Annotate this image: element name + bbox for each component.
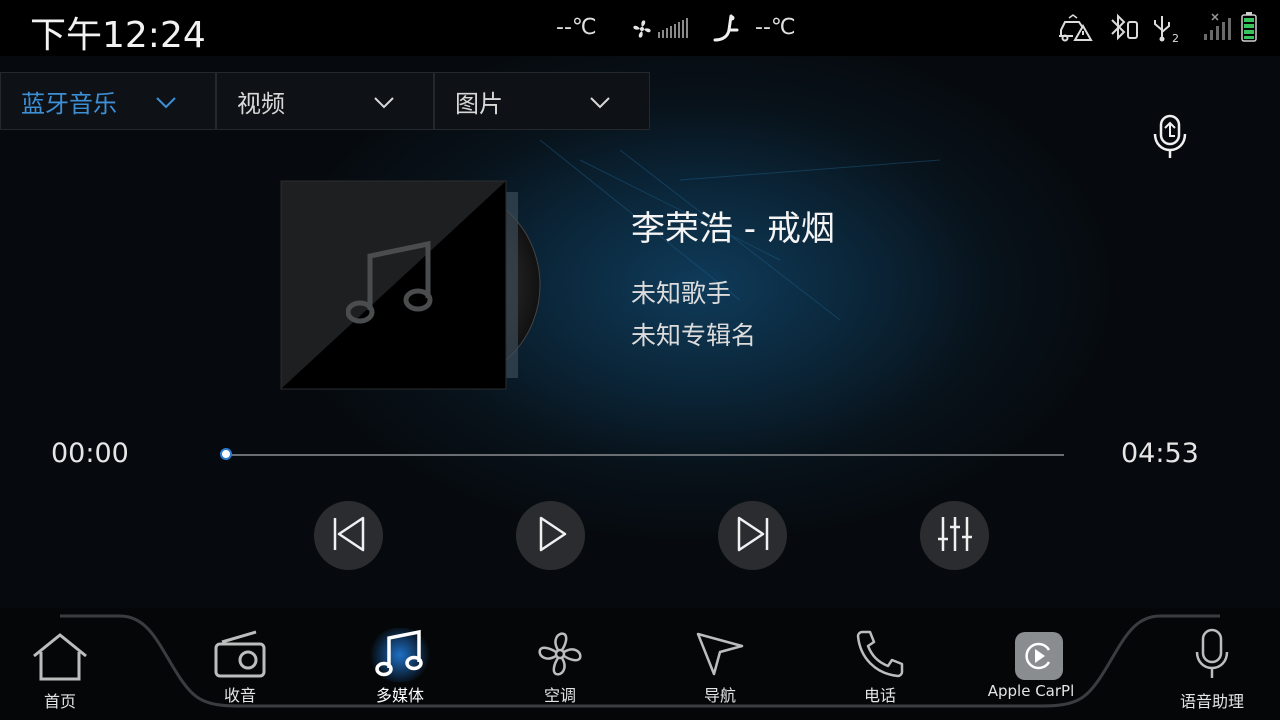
dock-label: 空调 [543,686,576,705]
voice-search-icon[interactable] [1152,114,1188,164]
dock-media[interactable]: 多媒体 [340,626,460,708]
home-icon [31,632,89,686]
fan-icon [536,630,584,682]
dock-label: Apple CarPl [987,682,1075,700]
fan-icon [631,18,653,44]
temp-right: --℃ [755,15,796,40]
dock-label: 电话 [863,686,896,705]
fan-level-icon [658,18,692,44]
chevron-down-icon [589,91,611,119]
equalizer-button[interactable] [920,501,989,570]
dock-phone[interactable]: 电话 [820,628,940,708]
dock-voice-assistant[interactable]: 语音助理 [1152,628,1272,712]
album-name: 未知专辑名 [631,321,757,350]
tab-photos[interactable]: 图片 [434,72,650,130]
skip-next-icon [735,516,771,556]
battery-icon [1240,12,1258,46]
progress-thumb[interactable] [220,448,232,460]
play-button[interactable] [516,501,585,570]
temp-left: --℃ [556,15,597,40]
elapsed-time: 00:00 [51,438,129,469]
tab-label: 蓝牙音乐 [21,89,117,118]
chevron-down-icon [373,91,395,119]
play-icon [533,516,569,556]
tab-label: 视频 [237,89,285,118]
radio-icon [214,630,266,682]
dock-radio[interactable]: 收音 [180,628,300,708]
song-title: 李荣浩 - 戒烟 [631,209,835,249]
previous-button[interactable] [314,501,383,570]
dock-label: 收音 [223,686,256,705]
dock-label: 语音助理 [1179,692,1244,711]
carplay-icon [1015,632,1063,680]
clock: 下午12:24 [30,15,206,56]
tab-video[interactable]: 视频 [216,72,434,130]
album-art [280,180,550,390]
equalizer-icon [936,515,974,557]
microphone-icon [1194,628,1230,686]
tab-label: 图片 [455,89,503,118]
usb-icon: 2 [1150,12,1184,48]
skip-previous-icon [331,516,367,556]
signal-icon [1202,12,1232,46]
dock-label: 首页 [43,692,76,711]
music-note-icon [375,628,425,682]
status-bar: 下午12:24 --℃ --℃ 2 [0,0,1280,56]
total-time: 04:53 [1121,438,1199,469]
dock-label: 多媒体 [375,686,424,705]
dock-home[interactable]: 首页 [0,630,120,711]
dock-navigation[interactable]: 导航 [660,628,780,708]
progress-bar[interactable] [226,454,1064,456]
tab-bluetooth-music[interactable]: 蓝牙音乐 [0,72,216,130]
phone-icon [854,630,906,682]
dock-apple-carplay[interactable]: Apple CarPl [970,630,1092,708]
seat-airflow-icon [711,14,741,48]
next-button[interactable] [718,501,787,570]
artist-name: 未知歌手 [631,279,732,308]
music-note-icon [345,238,438,334]
dock-climate[interactable]: 空调 [500,628,620,708]
bluetooth-phone-icon [1106,12,1140,48]
navigation-arrow-icon [696,630,746,682]
chevron-down-icon [155,91,177,119]
car-warning-icon [1057,14,1093,48]
svg-text:2: 2 [1172,32,1179,44]
dock-label: 导航 [703,686,736,705]
